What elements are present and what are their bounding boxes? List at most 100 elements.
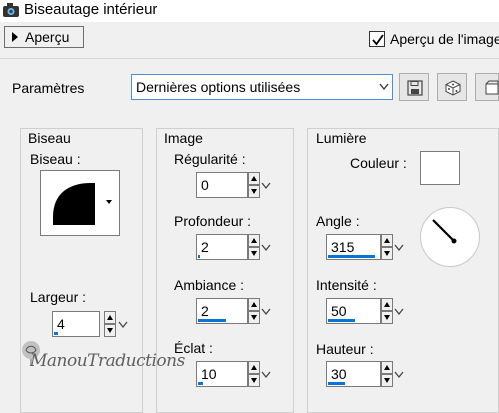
dropdown-arrow-icon bbox=[106, 200, 112, 204]
intensity-level-bar bbox=[328, 319, 355, 322]
light-color-swatch[interactable] bbox=[420, 151, 460, 185]
ambiance-spinner[interactable]: 2 bbox=[196, 298, 272, 324]
ambiance-increase-button[interactable] bbox=[248, 298, 260, 311]
height-increase-button[interactable] bbox=[381, 361, 393, 374]
height-decrease-button[interactable] bbox=[381, 374, 393, 387]
height-level-bar bbox=[328, 382, 345, 385]
random-button[interactable] bbox=[437, 73, 467, 101]
intensity-field[interactable]: 50 bbox=[326, 298, 381, 324]
bevel-group-title: Biseau bbox=[28, 130, 71, 146]
intensity-value: 50 bbox=[331, 303, 347, 319]
angle-label: Angle : bbox=[316, 213, 360, 229]
regularity-spinner[interactable]: 0 bbox=[196, 172, 272, 198]
angle-dial[interactable] bbox=[420, 207, 480, 267]
preview-checkbox-label[interactable]: Aperçu de l'image bbox=[390, 31, 499, 47]
regularity-spin-buttons[interactable] bbox=[248, 172, 260, 198]
shine-spinner[interactable]: 10 bbox=[196, 361, 272, 387]
arrow-up-icon bbox=[384, 365, 390, 370]
ambiance-decrease-button[interactable] bbox=[248, 311, 260, 324]
height-field[interactable]: 30 bbox=[326, 361, 381, 387]
save-icon bbox=[407, 80, 423, 96]
angle-spinner[interactable]: 315 bbox=[326, 234, 406, 260]
depth-field[interactable]: 2 bbox=[196, 234, 248, 260]
width-decrease-button[interactable] bbox=[104, 324, 116, 337]
height-spinner[interactable]: 30 bbox=[326, 361, 406, 387]
width-spin-buttons[interactable] bbox=[104, 311, 116, 337]
width-increase-button[interactable] bbox=[104, 311, 116, 324]
angle-field[interactable]: 315 bbox=[326, 234, 381, 260]
reset-button[interactable] bbox=[475, 73, 499, 101]
depth-spinner[interactable]: 2 bbox=[196, 234, 272, 260]
chevron-down-icon bbox=[379, 83, 389, 91]
save-preset-button[interactable] bbox=[399, 73, 429, 101]
width-field[interactable]: 4 bbox=[52, 311, 100, 337]
preview-button-label: Aperçu bbox=[25, 29, 70, 45]
ambiance-field[interactable]: 2 bbox=[196, 298, 248, 324]
angle-increase-button[interactable] bbox=[381, 234, 393, 247]
regularity-label: Régularité : bbox=[174, 151, 246, 167]
chevron-down-icon[interactable] bbox=[393, 368, 405, 380]
height-spin-buttons[interactable] bbox=[381, 361, 393, 387]
arrow-down-icon bbox=[251, 189, 257, 194]
ambiance-label: Ambiance : bbox=[174, 277, 245, 293]
arrow-down-icon bbox=[384, 251, 390, 256]
depth-decrease-button[interactable] bbox=[248, 247, 260, 260]
light-group-title: Lumière bbox=[316, 130, 367, 146]
angle-spin-buttons[interactable] bbox=[381, 234, 393, 260]
width-spinner[interactable]: 4 bbox=[52, 311, 128, 337]
divider bbox=[0, 58, 499, 59]
chevron-down-icon[interactable] bbox=[260, 179, 272, 191]
chevron-down-icon[interactable] bbox=[117, 318, 129, 330]
ambiance-level-bar bbox=[198, 319, 226, 322]
preset-select[interactable]: Dernières options utilisées bbox=[131, 74, 393, 100]
height-label: Hauteur : bbox=[316, 341, 374, 357]
arrow-up-icon bbox=[107, 315, 113, 320]
intensity-decrease-button[interactable] bbox=[381, 311, 393, 324]
arrow-down-icon bbox=[251, 378, 257, 383]
regularity-increase-button[interactable] bbox=[248, 172, 260, 185]
ambiance-value: 2 bbox=[201, 303, 209, 319]
regularity-field[interactable]: 0 bbox=[196, 172, 248, 198]
preset-value: Dernières options utilisées bbox=[136, 79, 301, 95]
depth-level-bar bbox=[198, 255, 200, 258]
bevel-dropdown-button[interactable] bbox=[101, 171, 119, 235]
shine-field[interactable]: 10 bbox=[196, 361, 248, 387]
arrow-down-icon bbox=[384, 378, 390, 383]
chevron-down-icon[interactable] bbox=[393, 305, 405, 317]
chevron-down-icon[interactable] bbox=[260, 368, 272, 380]
chevron-down-icon[interactable] bbox=[260, 305, 272, 317]
angle-decrease-button[interactable] bbox=[381, 247, 393, 260]
intensity-spinner[interactable]: 50 bbox=[326, 298, 406, 324]
depth-value: 2 bbox=[201, 239, 209, 255]
ambiance-spin-buttons[interactable] bbox=[248, 298, 260, 324]
width-level-bar bbox=[54, 332, 58, 335]
width-value: 4 bbox=[57, 316, 65, 332]
shine-decrease-button[interactable] bbox=[248, 374, 260, 387]
watermark: ManouTraductions bbox=[16, 337, 186, 377]
arrow-down-icon bbox=[384, 315, 390, 320]
color-label: Couleur : bbox=[350, 155, 407, 171]
preview-checkbox[interactable] bbox=[369, 31, 385, 47]
shine-spin-buttons[interactable] bbox=[248, 361, 260, 387]
chevron-down-icon[interactable] bbox=[393, 241, 405, 253]
intensity-spin-buttons[interactable] bbox=[381, 298, 393, 324]
intensity-label: Intensité : bbox=[316, 277, 377, 293]
angle-level-bar bbox=[328, 255, 375, 258]
bevel-shape-icon bbox=[53, 183, 95, 225]
shine-value: 10 bbox=[201, 366, 217, 382]
expand-arrow-icon bbox=[12, 32, 18, 42]
shine-level-bar bbox=[198, 382, 203, 385]
height-value: 30 bbox=[331, 366, 347, 382]
chevron-down-icon[interactable] bbox=[260, 241, 272, 253]
window-title: Biseautage intérieur bbox=[24, 1, 158, 18]
watermark-text: ManouTraductions bbox=[30, 351, 185, 371]
depth-spin-buttons[interactable] bbox=[248, 234, 260, 260]
angle-dial-needle-icon bbox=[432, 219, 457, 244]
shine-increase-button[interactable] bbox=[248, 361, 260, 374]
depth-label: Profondeur : bbox=[174, 213, 252, 229]
image-group-title: Image bbox=[164, 130, 203, 146]
regularity-decrease-button[interactable] bbox=[248, 185, 260, 198]
preview-toggle-button[interactable]: Aperçu bbox=[4, 26, 84, 48]
depth-increase-button[interactable] bbox=[248, 234, 260, 247]
intensity-increase-button[interactable] bbox=[381, 298, 393, 311]
